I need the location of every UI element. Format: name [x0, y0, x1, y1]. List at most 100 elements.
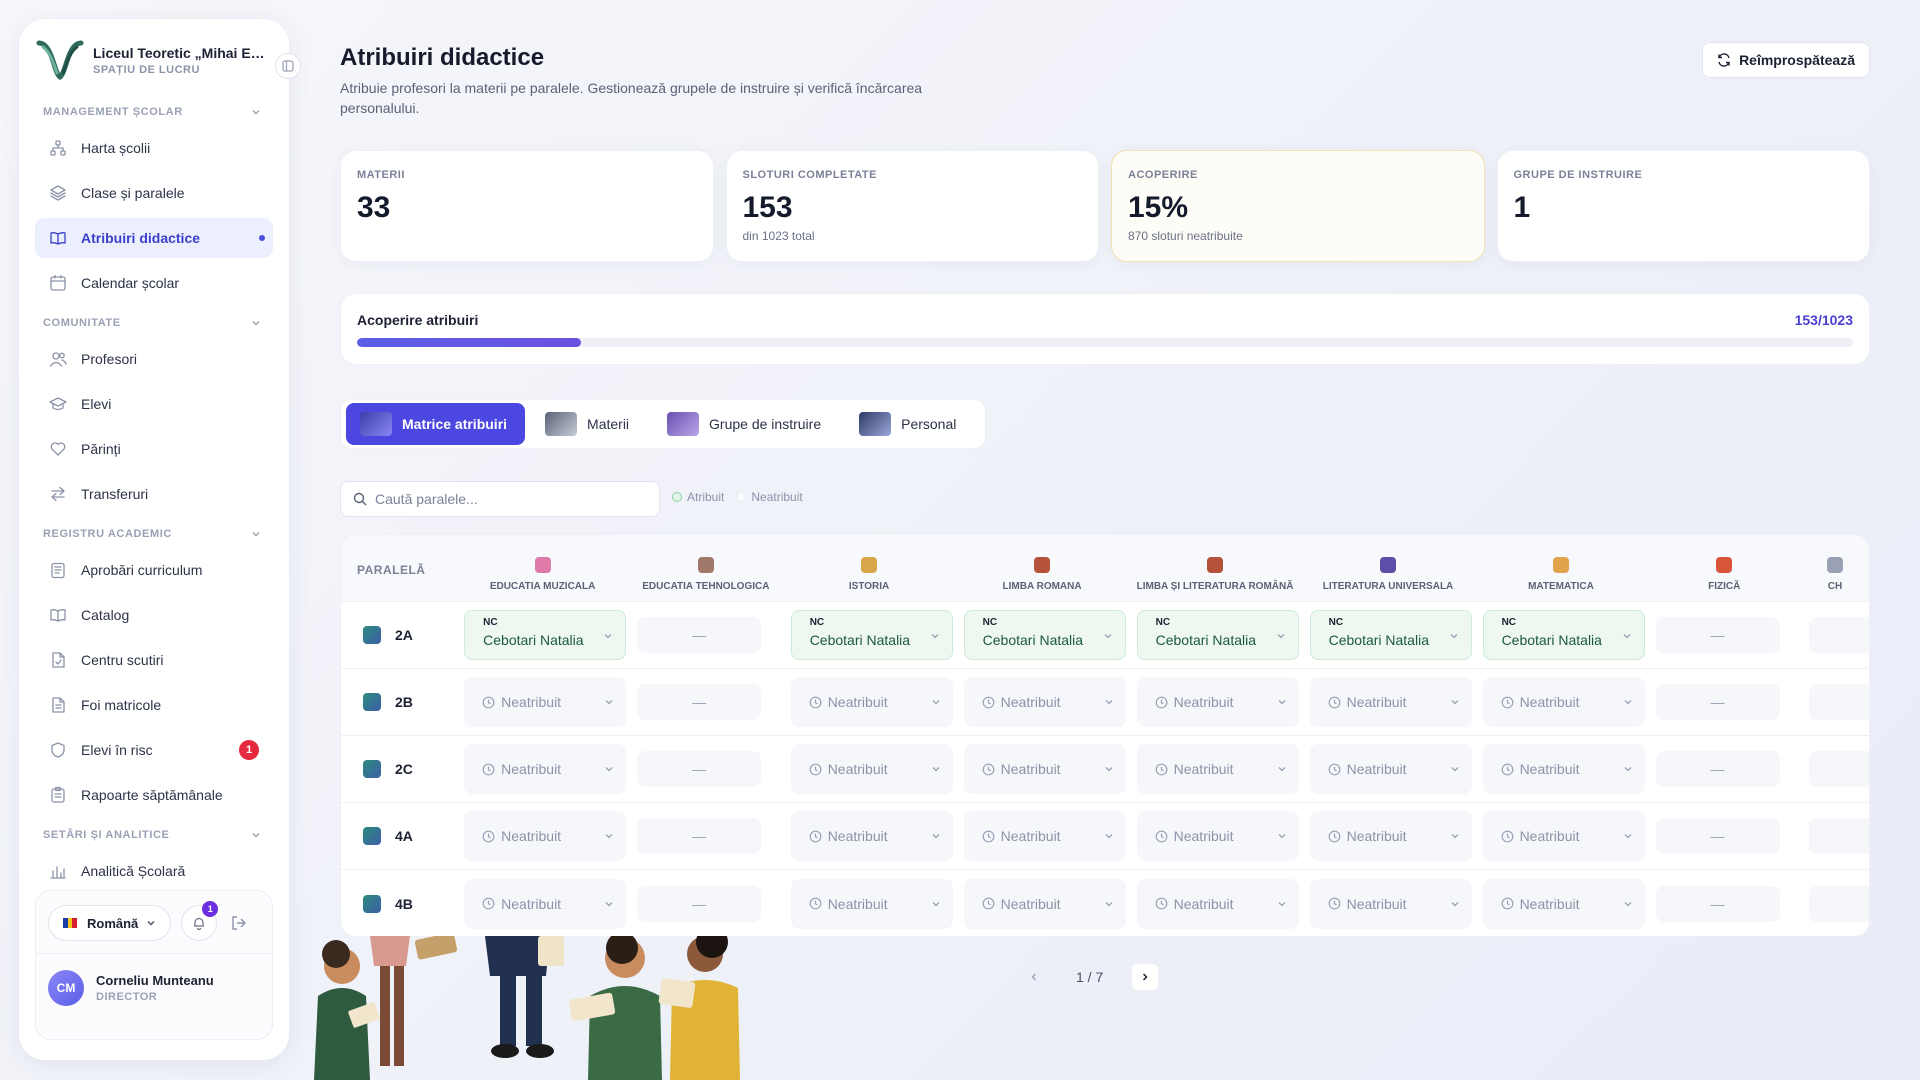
user-profile[interactable]: CM Corneliu Munteanu DIRECTOR: [36, 953, 272, 1006]
assignment-select[interactable]: Neatribuit: [1136, 878, 1299, 929]
column-header: LIMBA ȘI LITERATURA ROMÂNĂ: [1129, 535, 1302, 601]
assignment-select[interactable]: Neatribuit: [790, 744, 953, 794]
matrix-cell: —: [629, 818, 783, 854]
atom-icon: [1716, 557, 1733, 573]
collapse-sidebar-button[interactable]: [275, 53, 301, 79]
assignment-select[interactable]: Neatribuit: [1136, 811, 1299, 861]
assignment-select[interactable]: Neatribuit: [1136, 677, 1299, 727]
assignment-select[interactable]: Neatribuit: [1309, 878, 1472, 929]
matrix-cell: NC Cebotari Natalia: [956, 610, 1129, 660]
assignment-select[interactable]: NC Cebotari Natalia: [1482, 610, 1645, 660]
nav-section-header[interactable]: REGISTRU ACADEMIC: [35, 523, 273, 545]
notifications-button[interactable]: 1: [181, 901, 219, 941]
coverage-progress-track: [357, 338, 1853, 347]
tab-training-groups[interactable]: Grupe de instruire: [653, 403, 839, 445]
assignment-select[interactable]: Neatribuit: [1482, 878, 1645, 929]
sidebar-item[interactable]: Atribuiri didactice: [35, 218, 273, 258]
assignment-select[interactable]: Neatribuit: [790, 878, 953, 929]
teacher-code: NC: [809, 617, 825, 628]
sidebar-item[interactable]: Profesori: [35, 339, 273, 379]
assignment-select[interactable]: Neatribuit: [464, 744, 627, 794]
assignment-select[interactable]: Neatribuit: [1309, 744, 1472, 794]
refresh-button[interactable]: Reîmprospătează: [1702, 42, 1870, 78]
teacher-code: NC: [483, 617, 498, 628]
matrix-cell: Neatribuit: [956, 878, 1129, 929]
subjects-icon: [545, 412, 578, 436]
sidebar-item[interactable]: Elevi: [35, 384, 273, 424]
next-page-button[interactable]: [1131, 963, 1160, 991]
unassigned-label: Neatribuit: [1519, 694, 1580, 710]
sidebar-item[interactable]: Rapoarte săptămânale: [35, 775, 273, 815]
matrix-cell: Neatribuit: [1302, 744, 1475, 794]
nav-section-header[interactable]: MANAGEMENT ȘCOLAR: [35, 101, 273, 123]
column-header-label: CH: [1827, 581, 1843, 592]
matrix-cell: —: [629, 751, 783, 787]
clock-icon: [1328, 830, 1340, 842]
sidebar-item[interactable]: Elevi în risc 1: [35, 730, 273, 770]
sidebar-item[interactable]: Analitică Școlară: [35, 851, 273, 891]
assignment-select[interactable]: NC Cebotari Natalia: [963, 610, 1126, 660]
assignment-select[interactable]: Neatribuit: [963, 878, 1126, 929]
assignment-select[interactable]: Neatribuit: [464, 878, 627, 929]
assignment-select[interactable]: Neatribuit: [464, 677, 627, 727]
clock-icon: [1501, 763, 1513, 775]
teacher-code: NC: [1155, 617, 1171, 628]
assignment-select[interactable]: Neatribuit: [1136, 744, 1299, 794]
sidebar-item[interactable]: Foi matricole: [35, 685, 273, 725]
assignment-select[interactable]: Neatribuit: [1309, 811, 1472, 861]
unassigned-label: Neatribuit: [827, 895, 888, 912]
sidebar-item[interactable]: Calendar școlar: [35, 263, 273, 303]
assignment-select[interactable]: NC Cebotari Natalia: [464, 610, 627, 660]
chevron-down-icon: [1105, 901, 1113, 906]
teacher-code: NC: [982, 617, 998, 628]
previous-page-button[interactable]: [1020, 963, 1048, 991]
clock-icon: [982, 897, 995, 910]
groups-icon: [667, 412, 700, 436]
tab-assignment-matrix[interactable]: Matrice atribuiri: [346, 403, 526, 445]
assignment-select[interactable]: Neatribuit: [1482, 744, 1645, 794]
unassigned-label: Neatribuit: [501, 828, 562, 844]
assignment-select[interactable]: NC Cebotari Natalia: [1136, 610, 1299, 660]
brand[interactable]: Liceul Teoretic „Mihai Eminescu” SPAȚIU …: [35, 37, 273, 83]
matrix-cell: Neatribuit: [456, 811, 629, 861]
matrix-cell: Neatribuit: [1475, 878, 1648, 929]
parallel-cell: 2A: [341, 626, 456, 644]
layers-icon: [50, 185, 66, 201]
assignment-select[interactable]: Neatribuit: [963, 677, 1126, 727]
tab-staff[interactable]: Personal: [845, 403, 974, 445]
not-applicable-cell: —: [1655, 818, 1780, 854]
clipboard-list-icon: [51, 786, 65, 803]
clock-icon: [1155, 830, 1168, 842]
sidebar-item[interactable]: Harta școlii: [35, 128, 273, 168]
teacher-code: NC: [1501, 617, 1517, 628]
assignment-select[interactable]: Neatribuit: [963, 744, 1126, 794]
chevron-down-icon: [1450, 634, 1458, 639]
assignment-select[interactable]: Neatribuit: [963, 811, 1126, 861]
sidebar-item[interactable]: Transferuri: [35, 474, 273, 514]
chevron-down-icon: [1278, 700, 1286, 705]
assignment-select[interactable]: NC Cebotari Natalia: [790, 610, 953, 660]
sidebar-item[interactable]: Catalog: [35, 595, 273, 635]
matrix-cell: —: [1648, 684, 1802, 720]
assignment-select[interactable]: Neatribuit: [1482, 677, 1645, 727]
language-selector[interactable]: Română: [48, 905, 172, 941]
not-applicable-cell: —: [637, 885, 762, 922]
sidebar-item[interactable]: Clase și paralele: [35, 173, 273, 213]
nav-section-header[interactable]: COMUNITATE: [35, 312, 273, 334]
assignment-select[interactable]: NC Cebotari Natalia: [1309, 610, 1472, 660]
nav-section-header[interactable]: SETĂRI ȘI ANALITICE: [35, 824, 273, 846]
not-applicable-cell: —: [1655, 684, 1780, 720]
sidebar-item[interactable]: Centru scutiri: [35, 640, 273, 680]
assignment-select[interactable]: Neatribuit: [790, 677, 953, 727]
sidebar-item[interactable]: Aprobări curriculum: [35, 550, 273, 590]
matrix-cell: Neatribuit: [783, 811, 956, 861]
search-input[interactable]: [375, 491, 645, 507]
assignment-select[interactable]: Neatribuit: [464, 811, 627, 861]
assignment-select[interactable]: Neatribuit: [1482, 811, 1645, 861]
assignment-select[interactable]: Neatribuit: [790, 811, 953, 861]
sidebar-item[interactable]: Părinți: [35, 429, 273, 469]
tab-subjects[interactable]: Materii: [531, 403, 647, 445]
assignment-select[interactable]: Neatribuit: [1309, 677, 1472, 727]
logout-icon[interactable]: [229, 913, 249, 933]
unassigned-label: Neatribuit: [1173, 694, 1234, 710]
